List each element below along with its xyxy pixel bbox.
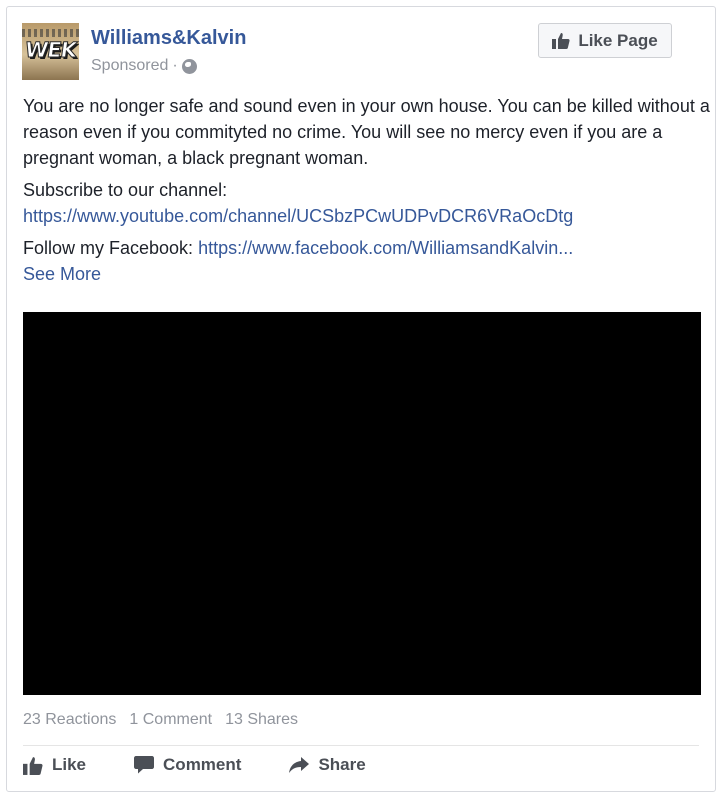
- youtube-channel-link[interactable]: https://www.youtube.com/channel/UCSbzPCw…: [23, 206, 573, 226]
- share-button[interactable]: Share: [289, 755, 366, 775]
- sponsored-label[interactable]: Sponsored: [91, 57, 168, 75]
- speech-bubble-icon: [134, 756, 155, 774]
- subscribe-label: Subscribe to our channel:: [23, 180, 228, 200]
- video-player[interactable]: [23, 312, 701, 695]
- meta-separator: ·: [172, 57, 178, 74]
- like-button[interactable]: Like: [23, 755, 86, 775]
- subscribe-paragraph: Subscribe to our channel: https://www.yo…: [23, 177, 713, 229]
- post-meta: Sponsored ·: [91, 57, 197, 75]
- thumbs-up-icon: [23, 756, 43, 775]
- post-body: You are no longer safe and sound even in…: [23, 93, 713, 287]
- like-label: Like: [52, 755, 87, 774]
- comments-count[interactable]: 1 Comment: [129, 711, 212, 729]
- page-name-link[interactable]: Williams&Kalvin: [91, 27, 246, 50]
- post-actions-bar: Like Comment Share: [23, 755, 366, 775]
- follow-paragraph: Follow my Facebook: https://www.facebook…: [23, 235, 713, 287]
- see-more-link[interactable]: See More: [23, 261, 713, 287]
- post-main-text: You are no longer safe and sound even in…: [23, 96, 710, 168]
- facebook-page-link[interactable]: https://www.facebook.com/WilliamsandKalv…: [198, 238, 573, 258]
- comment-button[interactable]: Comment: [134, 755, 241, 775]
- page-avatar[interactable]: WEK: [22, 23, 79, 80]
- share-arrow-icon: [289, 757, 310, 773]
- shares-count[interactable]: 13 Shares: [225, 711, 298, 729]
- follow-label: Follow my Facebook:: [23, 238, 199, 258]
- share-label: Share: [318, 755, 366, 774]
- avatar-skyline-graphic: [22, 29, 79, 37]
- like-page-button[interactable]: Like Page: [538, 23, 672, 58]
- actions-divider: [23, 745, 699, 746]
- sponsored-post-card: WEK Williams&Kalvin Sponsored · Like Pag…: [6, 6, 716, 792]
- globe-icon[interactable]: [181, 58, 197, 74]
- like-page-label: Like Page: [578, 30, 658, 50]
- reactions-count[interactable]: 23 Reactions: [23, 711, 116, 729]
- comment-label: Comment: [163, 755, 242, 774]
- engagement-stats: 23 Reactions 1 Comment 13 Shares: [23, 711, 298, 729]
- avatar-logo-text: WEK: [23, 38, 78, 63]
- thumbs-up-icon: [552, 33, 570, 49]
